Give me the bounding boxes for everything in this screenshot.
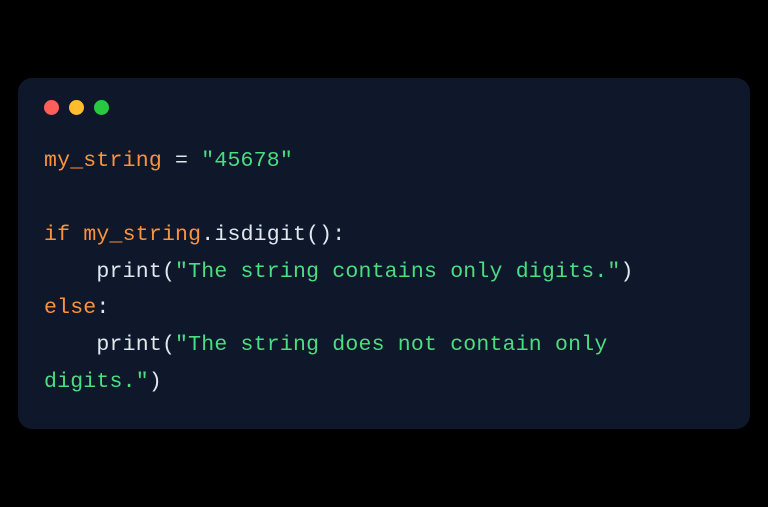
code-block: my_string = "45678"if my_string.isdigit(… <box>44 143 724 402</box>
code-token: ( <box>162 260 175 284</box>
code-token: else <box>44 296 96 320</box>
code-editor-window: my_string = "45678"if my_string.isdigit(… <box>18 78 750 430</box>
code-token <box>70 223 83 247</box>
code-token: (): <box>306 223 345 247</box>
code-token: = <box>162 149 201 173</box>
minimize-icon[interactable] <box>69 100 84 115</box>
code-token: ) <box>149 370 162 394</box>
code-line: else: <box>44 290 724 327</box>
code-token: print <box>96 260 162 284</box>
code-token: "45678" <box>201 149 293 173</box>
code-blank-line <box>44 180 724 217</box>
code-line: print("The string contains only digits."… <box>44 254 724 291</box>
code-token <box>44 333 96 357</box>
code-token: : <box>96 296 109 320</box>
window-controls <box>44 100 724 115</box>
code-token: ) <box>621 260 634 284</box>
code-token: . <box>201 223 214 247</box>
code-token: my_string <box>44 149 162 173</box>
code-token: print <box>96 333 162 357</box>
close-icon[interactable] <box>44 100 59 115</box>
code-token: if <box>44 223 70 247</box>
code-token <box>44 260 96 284</box>
maximize-icon[interactable] <box>94 100 109 115</box>
code-token: my_string <box>83 223 201 247</box>
code-line: print("The string does not contain only … <box>44 327 724 401</box>
code-line: if my_string.isdigit(): <box>44 217 724 254</box>
code-token: "The string contains only digits." <box>175 260 620 284</box>
code-token: isdigit <box>214 223 306 247</box>
code-line: my_string = "45678" <box>44 143 724 180</box>
code-token: ( <box>162 333 175 357</box>
